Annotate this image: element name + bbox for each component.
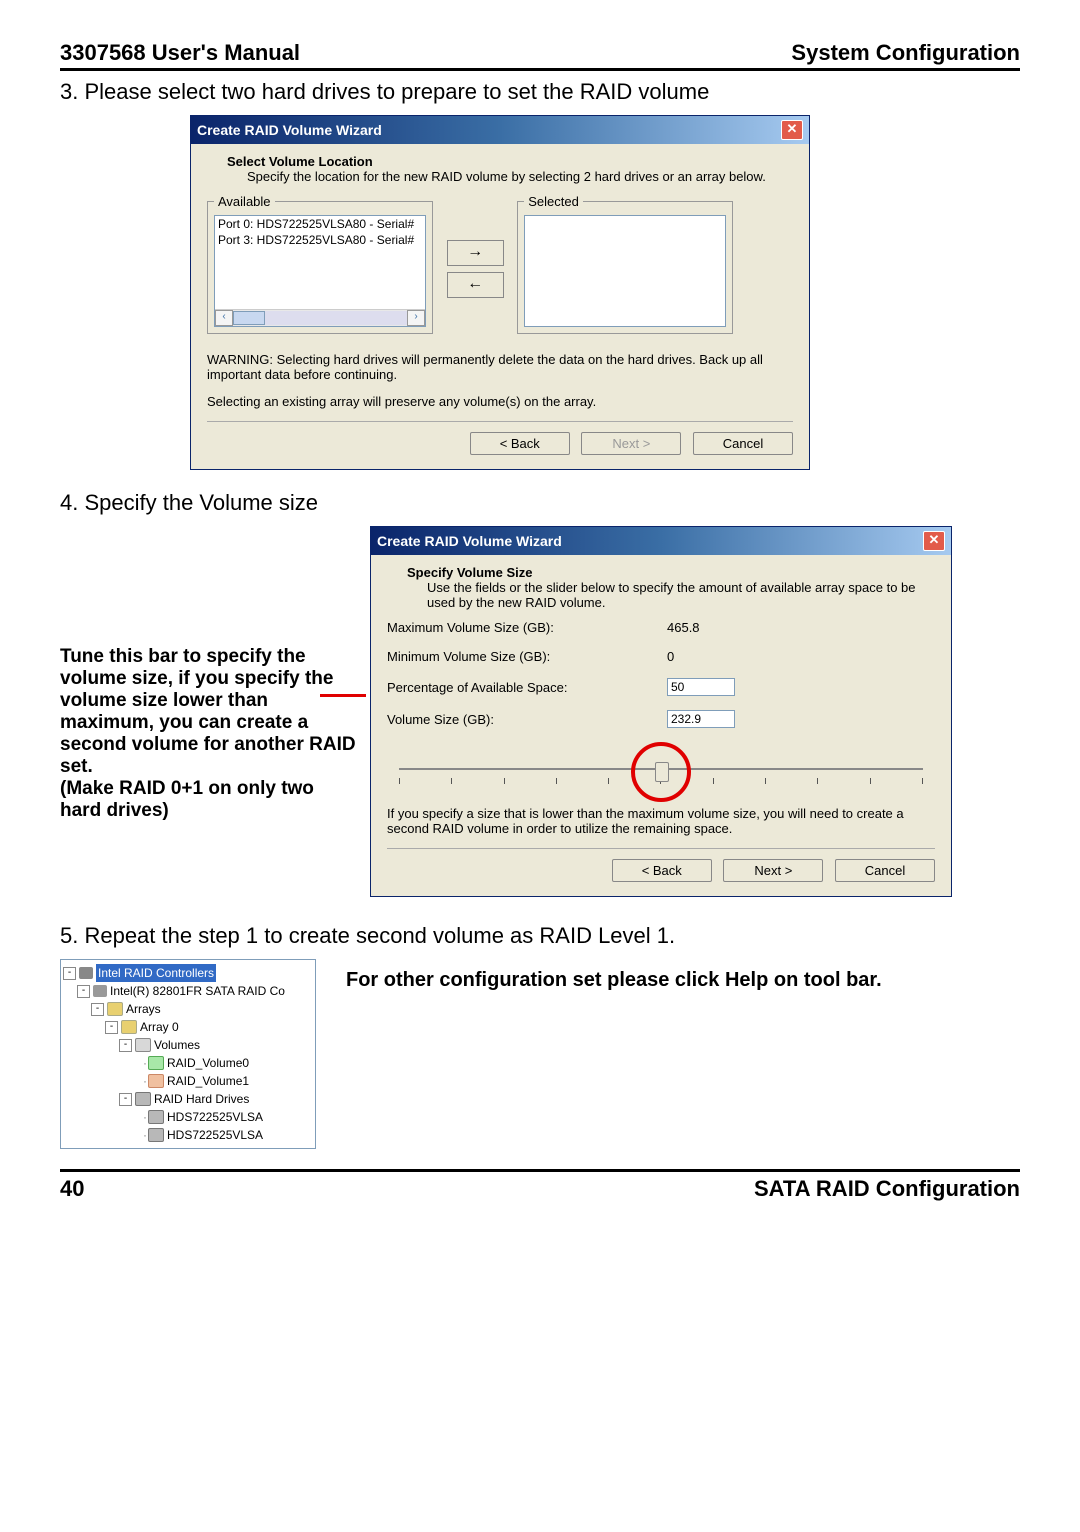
wizard2-subtitle: Specify Volume Size [407,565,935,580]
callout-line [320,694,366,697]
scroll-left-icon[interactable]: ‹ [215,310,233,326]
volume-size-slider[interactable] [389,742,933,802]
scroll-track[interactable] [233,311,407,325]
header-right: System Configuration [791,40,1020,66]
min-size-value: 0 [667,649,674,664]
arrays-icon [107,1002,123,1016]
controller-icon [79,967,93,979]
tune-bar-note-text: Tune this bar to specify the volume size… [60,646,356,821]
tree-chip[interactable]: Intel(R) 82801FR SATA RAID Co [110,982,285,1000]
tree-expander-icon[interactable]: - [105,1021,118,1034]
max-size-label: Maximum Volume Size (GB): [387,620,647,635]
selected-group: Selected [517,194,733,334]
wizard1-warning: WARNING: Selecting hard drives will perm… [207,352,793,382]
slider-thumb[interactable] [655,762,669,782]
volumes-icon [135,1038,151,1052]
back-button[interactable]: < Back [612,859,712,882]
tree-vol1[interactable]: RAID_Volume1 [167,1072,249,1090]
close-icon[interactable]: ✕ [781,120,803,140]
next-button[interactable]: Next > [581,432,681,455]
footer-page: 40 [60,1176,84,1202]
pct-label: Percentage of Available Space: [387,680,647,695]
tree-expander-icon[interactable]: - [63,967,76,980]
chip-icon [93,985,107,997]
next-button[interactable]: Next > [723,859,823,882]
min-size-label: Minimum Volume Size (GB): [387,649,647,664]
tree-array0[interactable]: Array 0 [140,1018,179,1036]
page-footer: 40 SATA RAID Configuration [60,1169,1020,1202]
tree-expander-icon[interactable]: - [91,1003,104,1016]
move-right-button[interactable]: → [447,240,504,266]
step-5-text: 5. Repeat the step 1 to create second vo… [60,923,1020,949]
pct-input[interactable]: 50 [667,678,735,696]
wizard-specify-size: Create RAID Volume Wizard ✕ Specify Volu… [370,526,952,897]
wizard1-titlebar: Create RAID Volume Wizard ✕ [191,116,809,144]
wizard1-note2: Selecting an existing array will preserv… [207,394,793,409]
tune-bar-note: Tune this bar to specify the volume size… [60,526,370,697]
cancel-button[interactable]: Cancel [693,432,793,455]
wizard1-subdesc: Specify the location for the new RAID vo… [247,169,793,184]
hdd-folder-icon [135,1092,151,1106]
tree-hdd-folder[interactable]: RAID Hard Drives [154,1090,249,1108]
scroll-right-icon[interactable]: › [407,310,425,326]
slider-note: If you specify a size that is lower than… [387,806,935,836]
tree-expander-icon[interactable]: - [119,1039,132,1052]
wizard1-title: Create RAID Volume Wizard [197,122,382,138]
available-legend: Available [214,194,275,209]
move-left-button[interactable]: ← [447,272,504,298]
tree-line: · [143,1054,146,1072]
page-header: 3307568 User's Manual System Configurati… [60,40,1020,71]
selected-legend: Selected [524,194,583,209]
back-button[interactable]: < Back [470,432,570,455]
wizard-select-location: Create RAID Volume Wizard ✕ Select Volum… [190,115,810,470]
header-left: 3307568 User's Manual [60,40,300,66]
tree-line: · [143,1126,146,1144]
help-note: For other configuration set please click… [346,969,882,992]
step-4-text: 4. Specify the Volume size [60,490,1020,516]
tree-hdd0[interactable]: HDS722525VLSA [167,1108,263,1126]
step-3-text: 3. Please select two hard drives to prep… [60,79,1020,105]
tree-hdd1[interactable]: HDS722525VLSA [167,1126,263,1144]
selected-listbox[interactable] [524,215,726,327]
hdd-icon [148,1110,164,1124]
tree-vol0[interactable]: RAID_Volume0 [167,1054,249,1072]
tree-line: · [143,1072,146,1090]
volume-icon [148,1056,164,1070]
raid-tree[interactable]: - Intel RAID Controllers - Intel(R) 8280… [60,959,316,1149]
list-item[interactable]: Port 3: HDS722525VLSA80 - Serial# [215,232,425,248]
wizard2-subdesc: Use the fields or the slider below to sp… [427,580,935,610]
cancel-button[interactable]: Cancel [835,859,935,882]
footer-section: SATA RAID Configuration [754,1176,1020,1202]
tree-expander-icon[interactable]: - [77,985,90,998]
wizard1-subtitle: Select Volume Location [227,154,793,169]
hdd-icon [148,1128,164,1142]
volume-icon [148,1074,164,1088]
scroll-thumb[interactable] [233,311,265,325]
close-icon[interactable]: ✕ [923,531,945,551]
size-input[interactable]: 232.9 [667,710,735,728]
list-item[interactable]: Port 0: HDS722525VLSA80 - Serial# [215,216,425,232]
tree-arrays[interactable]: Arrays [126,1000,161,1018]
available-group: Available Port 0: HDS722525VLSA80 - Seri… [207,194,433,334]
array-icon [121,1020,137,1034]
tree-line: · [143,1108,146,1126]
available-listbox[interactable]: Port 0: HDS722525VLSA80 - Serial# Port 3… [214,215,426,327]
tree-volumes[interactable]: Volumes [154,1036,200,1054]
tree-root[interactable]: Intel RAID Controllers [96,964,216,982]
h-scrollbar[interactable]: ‹ › [215,309,425,326]
wizard2-title: Create RAID Volume Wizard [377,533,562,549]
tree-expander-icon[interactable]: - [119,1093,132,1106]
wizard2-titlebar: Create RAID Volume Wizard ✕ [371,527,951,555]
size-label: Volume Size (GB): [387,712,647,727]
max-size-value: 465.8 [667,620,700,635]
